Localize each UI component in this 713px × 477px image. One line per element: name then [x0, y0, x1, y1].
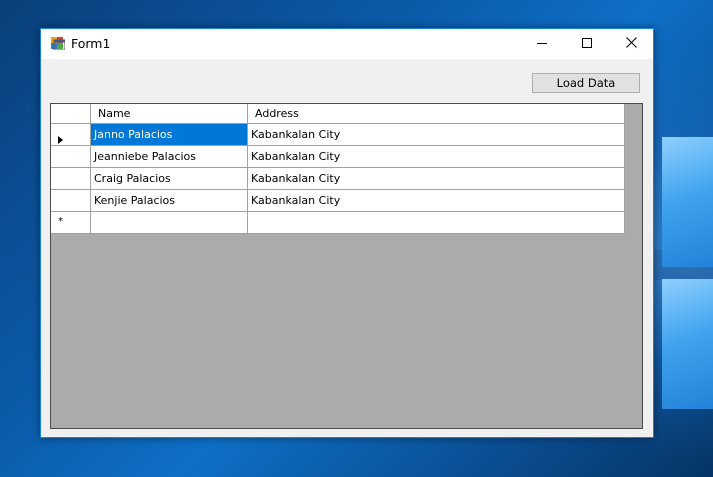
- table-row[interactable]: Kenjie Palacios Kabankalan City: [51, 190, 625, 212]
- close-button[interactable]: [609, 29, 654, 59]
- minimize-icon: [536, 37, 547, 51]
- cell-address[interactable]: Kabankalan City: [248, 146, 625, 168]
- cell-name[interactable]: Kenjie Palacios: [91, 190, 248, 212]
- window-title: Form1: [71, 36, 111, 51]
- cell-name[interactable]: Jeanniebe Palacios: [91, 146, 248, 168]
- title-bar[interactable]: Form1: [41, 29, 653, 59]
- minimize-button[interactable]: [519, 29, 564, 59]
- table-row[interactable]: Janno Palacios Kabankalan City: [51, 124, 625, 146]
- cell-address[interactable]: Kabankalan City: [248, 190, 625, 212]
- close-icon: [626, 37, 637, 51]
- current-row-arrow-icon: [58, 130, 63, 145]
- winforms-app-icon[interactable]: [51, 37, 66, 51]
- row-header[interactable]: *: [51, 212, 91, 234]
- cell-address[interactable]: Kabankalan City: [248, 168, 625, 190]
- load-data-button[interactable]: Load Data: [532, 73, 640, 93]
- cell-name[interactable]: Janno Palacios: [91, 124, 248, 146]
- form1-window[interactable]: Form1 Load Data Name Address Janno Palac…: [40, 28, 654, 438]
- maximize-icon: [581, 37, 592, 51]
- row-header[interactable]: [51, 146, 91, 168]
- row-header[interactable]: [51, 124, 91, 146]
- data-grid-view[interactable]: Name Address Janno Palacios Kabankalan C…: [50, 103, 643, 429]
- wallpaper-logo-pane-top: [662, 137, 713, 267]
- row-header[interactable]: [51, 190, 91, 212]
- desktop-background: Form1 Load Data Name Address Janno Palac…: [0, 0, 713, 477]
- column-header-address[interactable]: Address: [248, 104, 625, 124]
- row-header[interactable]: [51, 168, 91, 190]
- grid-corner-header[interactable]: [51, 104, 91, 124]
- form-client-area: Load Data Name Address Janno Palacios Ka…: [41, 59, 653, 437]
- grid-header-row: Name Address: [51, 104, 625, 126]
- cell-name-new[interactable]: [91, 212, 248, 234]
- table-row[interactable]: Jeanniebe Palacios Kabankalan City: [51, 146, 625, 168]
- cell-address[interactable]: Kabankalan City: [248, 124, 625, 146]
- column-header-name[interactable]: Name: [91, 104, 248, 124]
- wallpaper-logo-pane-bottom: [662, 279, 713, 409]
- table-row[interactable]: Craig Palacios Kabankalan City: [51, 168, 625, 190]
- new-row-asterisk-icon: *: [58, 216, 63, 227]
- cell-address-new[interactable]: [248, 212, 625, 234]
- cell-name[interactable]: Craig Palacios: [91, 168, 248, 190]
- new-row[interactable]: *: [51, 212, 625, 234]
- maximize-button[interactable]: [564, 29, 609, 59]
